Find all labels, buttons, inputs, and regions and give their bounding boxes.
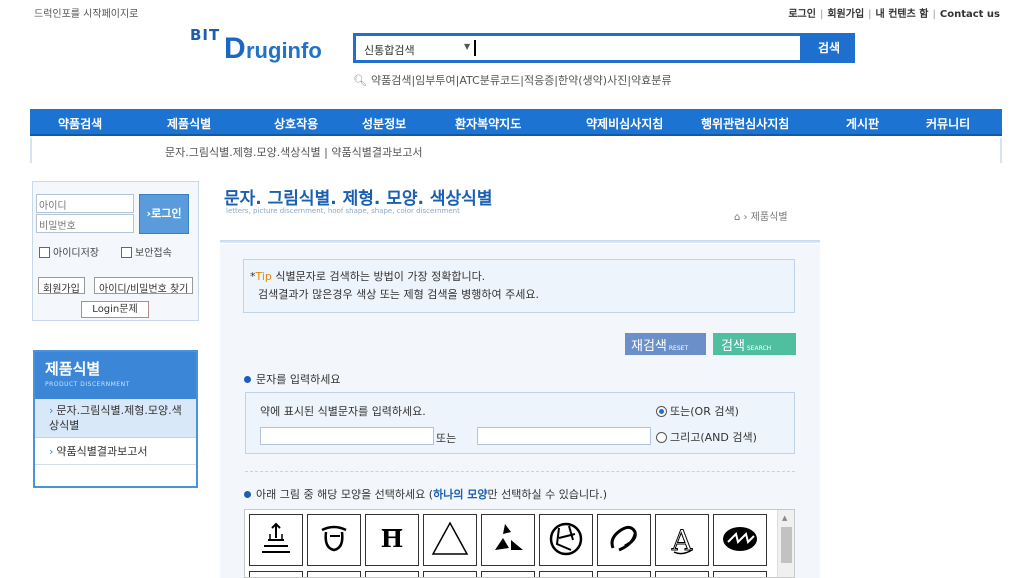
shape-option-triangle-icon[interactable] [423,514,477,566]
side-menu-header: 제품식별 PRODUCT DISCERNMENT [35,352,196,399]
shape-option-circle-pattern-icon[interactable] [539,514,593,566]
identifier-input-1[interactable] [260,427,434,445]
shape-option-row2-9[interactable] [713,571,767,577]
search-submit-button[interactable]: 검색 SEARCH [713,333,796,355]
side-menu-item-report[interactable]: › 약품식별결과보고서 [35,438,196,465]
util-contact-link[interactable]: Contact us [940,9,1000,20]
bullet-icon [244,376,251,383]
util-links: 로그인 | 회원가입 | 내 컨텐츠 함 | Contact us [788,9,1000,20]
scroll-up-icon[interactable]: ▲ [782,514,787,522]
shape-grid: H A ▲ [244,509,795,578]
set-start-page-link[interactable]: 드럭인포를 시작페이지로 [34,5,138,20]
radio-and-search[interactable]: 그리고(AND 검색) [656,429,757,445]
nav-item-interaction[interactable]: 상호작용 [274,115,318,132]
save-id-checkbox[interactable]: 아이디저장 [39,244,99,259]
text-section-title: 문자를 입력하세요 [244,371,340,387]
bullet-icon [244,491,251,498]
nav-item-drug-cost-review[interactable]: 약제비심사지침 [586,115,663,132]
page-subtitle: letters, picture discernment, hoof shape… [226,207,460,215]
reset-button[interactable]: 재검색 RESET [625,333,706,355]
main-nav: 약품검색 제품식별 상호작용 성분정보 환자복약지도 약제비심사지침 행위관련심… [30,109,1002,136]
nav-item-ingredient[interactable]: 성분정보 [362,115,406,132]
util-join-link[interactable]: 회원가입 [827,9,864,20]
nav-item-procedure-review[interactable]: 행위관련심사지침 [701,115,789,132]
identifier-text-box: 약에 표시된 식별문자를 입력하세요. 또는 또는(OR 검색) 그리고(AND… [245,392,795,454]
search-button[interactable]: 검색 [803,33,855,63]
shape-option-row2-7[interactable] [597,571,651,577]
text-cursor [474,40,476,56]
svg-text:H: H [381,524,404,553]
shape-section-title: 아래 그림 중 해당 모양을 선택하세요 (하나의 모양만 선택하실 수 있습니… [244,486,607,502]
shape-option-row2-6[interactable] [539,571,593,577]
shape-option-pedestal-icon[interactable] [249,514,303,566]
shape-option-row2-4[interactable] [423,571,477,577]
password-input[interactable]: 비밀번호 [36,214,134,233]
nav-item-patient-guide[interactable]: 환자복약지도 [455,115,521,132]
login-issue-button[interactable]: Login문제 [81,301,149,318]
shape-option-cup-icon[interactable] [307,514,361,566]
shape-option-row2-1[interactable] [249,571,303,577]
shape-option-row2-5[interactable] [481,571,535,577]
top-utility-bar: 드럭인포를 시작페이지로 로그인 | 회원가입 | 내 컨텐츠 함 | Contact us [0,0,1024,22]
shape-option-arrows-icon[interactable] [481,514,535,566]
util-login-link[interactable]: 로그인 [788,9,816,20]
nav-item-drug-search[interactable]: 약품검색 [58,115,102,132]
section-divider [245,471,795,472]
shape-option-black-oval-icon[interactable] [713,514,767,566]
shape-option-letter-a-icon[interactable]: A [655,514,709,566]
shape-option-row2-3[interactable] [365,571,419,577]
util-my-contents-link[interactable]: 내 컨텐츠 함 [876,9,929,20]
chevron-right-icon: › [49,404,54,417]
chevron-right-icon: › [49,445,54,458]
breadcrumb: ⌂ › 제품식별 [734,212,788,223]
shape-option-letter-h-icon[interactable]: H [365,514,419,566]
sub-nav: 문자.그림식별.제형.모양.색상식별 | 약품식별결과보고서 [30,138,1002,163]
find-account-button[interactable]: 아이디/비밀번호 찾기 [94,277,194,295]
id-input[interactable]: 아이디 [36,194,134,213]
quick-search-links[interactable]: 🔍︎ 약품검색|임부투여|ATC분류코드|적응증|한약(생약)사진|약효분류 [353,72,672,88]
nav-item-board[interactable]: 게시판 [846,115,879,132]
title-divider [220,240,820,243]
tip-box: *Tip 식별문자로 검색하는 방법이 가장 정확합니다. 검색결과가 많은경우… [243,259,795,313]
shape-option-row2-2[interactable] [307,571,361,577]
home-icon[interactable]: ⌂ [734,212,740,223]
shape-grid-scrollbar[interactable]: ▲ [777,510,794,577]
magnifier-icon: 🔍︎ [353,74,367,87]
secure-login-checkbox[interactable]: 보안접속 [121,244,172,259]
side-menu-item-identification[interactable]: › 문자.그림식별.제형.모양.색상식별 [35,399,196,438]
search-input[interactable]: 신통합검색 ▼ [353,33,803,63]
join-button[interactable]: 회원가입 [38,277,85,295]
page-title: 문자. 그림식별. 제형. 모양. 색상식별 [224,189,493,209]
dropdown-arrow-icon: ▼ [464,42,471,51]
search-category-select[interactable]: 신통합검색 [364,42,415,58]
login-box: 아이디 비밀번호 ›로그인 아이디저장 보안접속 회원가입 아이디/비밀번호 찾… [32,181,199,321]
nav-item-product-id[interactable]: 제품식별 [167,115,211,132]
shape-option-row2-8[interactable] [655,571,709,577]
login-button[interactable]: ›로그인 [139,194,189,234]
shape-option-loop-icon[interactable] [597,514,651,566]
identifier-input-2[interactable] [477,427,651,445]
radio-or-search[interactable]: 또는(OR 검색) [656,403,739,419]
scrollbar-thumb[interactable] [781,527,792,563]
side-menu: 제품식별 PRODUCT DISCERNMENT › 문자.그림식별.제형.모양.… [33,350,198,488]
nav-item-community[interactable]: 커뮤니티 [926,115,970,132]
sub-nav-links[interactable]: 문자.그림식별.제형.모양.색상식별 | 약품식별결과보고서 [165,144,422,160]
